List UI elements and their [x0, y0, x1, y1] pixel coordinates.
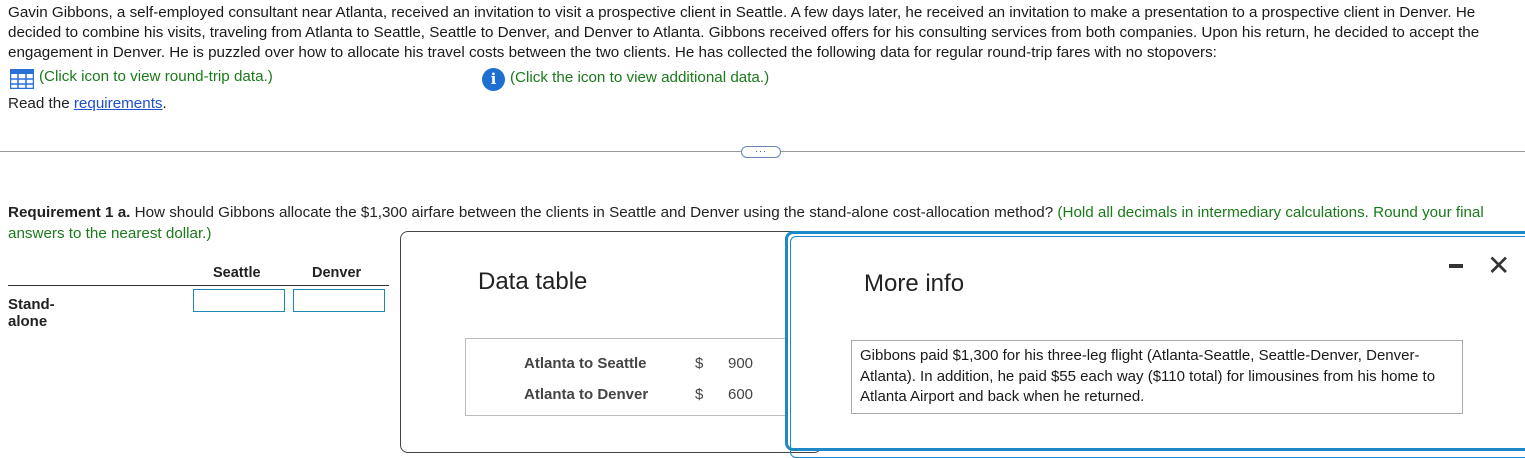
currency-symbol: $ [695, 386, 704, 403]
read-requirements-line: Read the requirements. [8, 95, 167, 112]
seattle-stand-alone-input[interactable] [193, 289, 285, 312]
route-label: Atlanta to Denver [524, 386, 649, 403]
header-underline [8, 285, 389, 286]
read-prefix: Read the [8, 95, 74, 112]
fare-value: 600 [728, 386, 754, 403]
table-grid-icon[interactable] [10, 69, 34, 89]
additional-data-link[interactable]: (Click the icon to view additional data.… [510, 69, 769, 86]
data-table-title: Data table [478, 268, 588, 295]
problem-statement: Gavin Gibbons, a self-employed consultan… [8, 4, 1480, 61]
info-icon[interactable]: i [482, 68, 505, 91]
currency-symbol: $ [695, 355, 704, 372]
column-header-seattle: Seattle [213, 265, 261, 281]
read-suffix: . [162, 95, 167, 112]
requirement-number: Requirement 1 a. [8, 204, 131, 221]
requirement-question: How should Gibbons allocate the $1,300 a… [130, 204, 1058, 221]
requirements-link[interactable]: requirements [74, 95, 163, 112]
route-label: Atlanta to Seattle [524, 355, 647, 372]
fare-value: 900 [728, 355, 754, 372]
roundtrip-fares-table: Atlanta to Seattle $ 900 Atlanta to Denv… [465, 338, 796, 416]
close-icon[interactable]: ✕ [1487, 252, 1510, 280]
data-table-dialog: Data table Atlanta to Seattle $ 900 Atla… [400, 231, 822, 453]
column-header-denver: Denver [312, 265, 362, 281]
roundtrip-data-link[interactable]: (Click icon to view round-trip data.) [39, 68, 273, 85]
minimize-icon[interactable] [1449, 264, 1463, 268]
more-info-dialog: More info ✕ Gibbons paid $1,300 for his … [785, 231, 1525, 458]
row-label-stand-alone: Stand-alone [8, 296, 55, 330]
more-info-text: Gibbons paid $1,300 for his three-leg fl… [851, 340, 1463, 414]
more-info-title: More info [864, 270, 965, 297]
ellipsis-icon[interactable]: ··· [741, 146, 781, 158]
denver-stand-alone-input[interactable] [293, 289, 385, 312]
